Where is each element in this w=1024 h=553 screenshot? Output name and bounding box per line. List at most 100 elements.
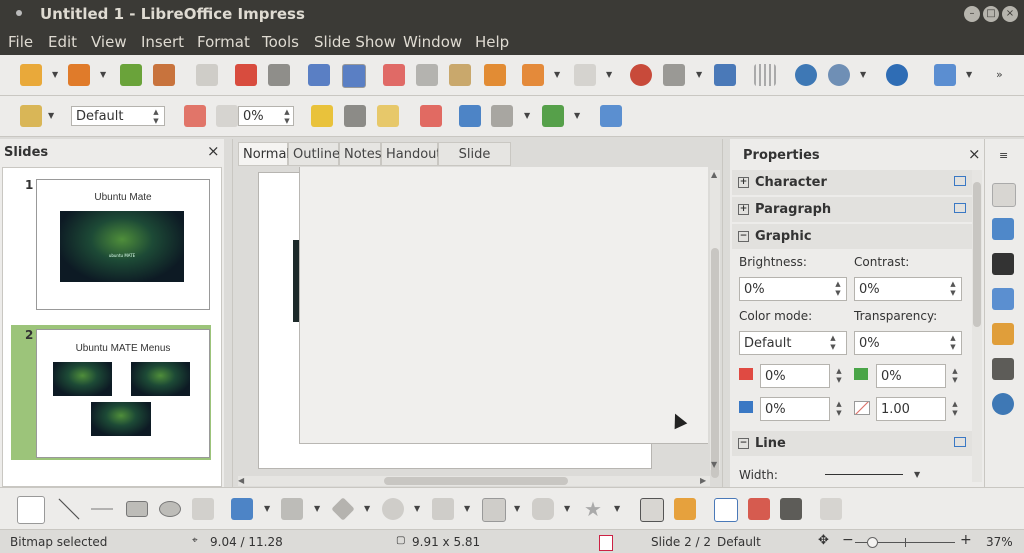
crop-icon[interactable] (420, 105, 442, 127)
rotation-spinner[interactable]: ▲ ▼ (280, 108, 294, 126)
symbol-shapes-icon[interactable] (382, 498, 404, 520)
chevron-down-icon[interactable]: ▼ (696, 70, 702, 79)
line-color-icon[interactable] (311, 105, 333, 127)
print-icon[interactable] (268, 64, 290, 86)
autospellcheck-icon[interactable] (342, 64, 366, 88)
transformations-icon[interactable] (459, 105, 481, 127)
properties-close-button[interactable]: × (968, 145, 981, 163)
slide-thumbnail-1[interactable]: Ubuntu Mate ubuntu MATE (36, 179, 210, 310)
line-style-icon[interactable] (20, 105, 42, 127)
curve-icon[interactable] (231, 498, 253, 520)
chevron-down-icon[interactable]: ▼ (966, 70, 972, 79)
chevron-down-icon[interactable]: ▼ (514, 504, 520, 513)
clone-formatting-icon[interactable] (484, 64, 506, 86)
copy-icon[interactable] (416, 64, 438, 86)
close-window-button[interactable]: × (1002, 6, 1018, 22)
properties-scrollbar[interactable] (972, 170, 982, 482)
toolbar-overflow-icon[interactable]: » (996, 68, 1003, 81)
chevron-down-icon[interactable]: ▼ (564, 504, 570, 513)
connector-icon[interactable] (281, 498, 303, 520)
callouts-icon[interactable] (532, 498, 554, 520)
section-graphic[interactable]: − Graphic (732, 224, 972, 249)
scroll-left-icon[interactable]: ◀ (238, 476, 244, 485)
zoom-out-icon[interactable]: − (842, 532, 854, 548)
shadow-toggle-icon[interactable] (820, 498, 842, 520)
chevron-down-icon[interactable]: ▼ (614, 504, 620, 513)
stars-icon[interactable]: ★ (582, 498, 604, 520)
maximize-button[interactable]: □ (983, 6, 999, 22)
section-paragraph[interactable]: + Paragraph (732, 197, 972, 222)
style-select-arrows[interactable]: ▲ ▼ (149, 108, 163, 126)
more-options-icon[interactable] (954, 437, 966, 447)
menu-file[interactable]: File (8, 33, 33, 51)
chevron-down-icon[interactable]: ▼ (414, 504, 420, 513)
flowchart-icon[interactable] (482, 498, 506, 522)
spellcheck-icon[interactable] (308, 64, 330, 86)
send-icon[interactable] (153, 64, 175, 86)
navigator-icon[interactable] (795, 64, 817, 86)
rotation-icon[interactable] (216, 105, 238, 127)
menu-tools[interactable]: Tools (262, 33, 299, 51)
table-icon[interactable] (663, 64, 685, 86)
movie-sound-icon[interactable] (714, 64, 736, 86)
menu-slide-show[interactable]: Slide Show (314, 33, 396, 51)
menu-insert[interactable]: Insert (141, 33, 184, 51)
chevron-down-icon[interactable]: ▼ (314, 504, 320, 513)
arrange-icon[interactable] (542, 105, 564, 127)
chevron-down-icon[interactable]: ▼ (574, 111, 580, 120)
interaction-icon[interactable] (600, 105, 622, 127)
menu-edit[interactable]: Edit (48, 33, 77, 51)
custom-animation-deck-icon[interactable] (992, 288, 1014, 310)
horizontal-scrollbar[interactable]: ◀ ▶ (238, 476, 710, 486)
chevron-down-icon[interactable]: ▼ (464, 504, 470, 513)
tab-notes[interactable]: Notes (339, 142, 382, 166)
slides-pane-close-button[interactable]: × (207, 142, 220, 160)
pane-splitter[interactable] (224, 139, 233, 487)
chevron-down-icon[interactable]: ▼ (554, 70, 560, 79)
tab-normal[interactable]: Normal (238, 142, 290, 166)
zoom-in-icon[interactable]: + (960, 532, 972, 548)
chevron-down-icon[interactable]: ▼ (524, 111, 530, 120)
selected-bitmap[interactable] (299, 167, 708, 444)
block-arrows-icon[interactable] (432, 498, 454, 520)
toggle-extrusion-icon[interactable] (780, 498, 802, 520)
scroll-right-icon[interactable]: ▶ (700, 476, 706, 485)
insert-image-icon[interactable] (748, 498, 770, 520)
zoom-icon[interactable] (828, 64, 850, 86)
line-width-preview[interactable] (825, 474, 903, 475)
points-icon[interactable] (640, 498, 664, 522)
vertical-scrollbar[interactable]: ▲ ▼ (710, 170, 720, 478)
color-mode-arrows[interactable]: ▲ ▼ (826, 334, 840, 352)
chevron-down-icon[interactable]: ▼ (860, 70, 866, 79)
menu-help[interactable]: Help (475, 33, 509, 51)
green-field[interactable] (876, 364, 946, 388)
chevron-down-icon[interactable]: ▼ (914, 470, 920, 479)
green-spinner[interactable]: ▲ ▼ (948, 367, 962, 385)
tab-outline[interactable]: Outline (288, 142, 340, 166)
paste-icon[interactable] (449, 64, 471, 86)
align-icon[interactable] (491, 105, 513, 127)
fill-color-icon[interactable] (344, 105, 366, 127)
props-scroll-thumb[interactable] (973, 182, 981, 327)
window-menu-icon[interactable] (16, 10, 22, 16)
chevron-down-icon[interactable]: ▼ (100, 70, 106, 79)
fit-slide-icon[interactable]: ✥ (818, 533, 829, 548)
edit-file-icon[interactable] (196, 64, 218, 86)
chevron-down-icon[interactable]: ▼ (606, 70, 612, 79)
red-field[interactable] (760, 364, 830, 388)
blue-field[interactable] (760, 397, 830, 421)
chevron-down-icon[interactable]: ▼ (52, 70, 58, 79)
slide-canvas[interactable] (238, 167, 708, 477)
menu-format[interactable]: Format (197, 33, 250, 51)
ellipse-icon[interactable] (159, 501, 181, 517)
section-line[interactable]: − Line (732, 431, 972, 456)
insert-icon[interactable] (934, 64, 956, 86)
rectangle-icon[interactable] (126, 501, 148, 517)
undo-icon[interactable] (522, 64, 544, 86)
gamma-field[interactable] (876, 397, 946, 421)
brightness-spinner[interactable]: ▲ ▼ (831, 280, 845, 298)
gallery-deck-icon[interactable] (992, 323, 1014, 345)
arrow-line-icon[interactable] (91, 498, 113, 520)
slide-transition-deck-icon[interactable] (992, 218, 1014, 240)
blue-spinner[interactable]: ▲ ▼ (832, 400, 846, 418)
